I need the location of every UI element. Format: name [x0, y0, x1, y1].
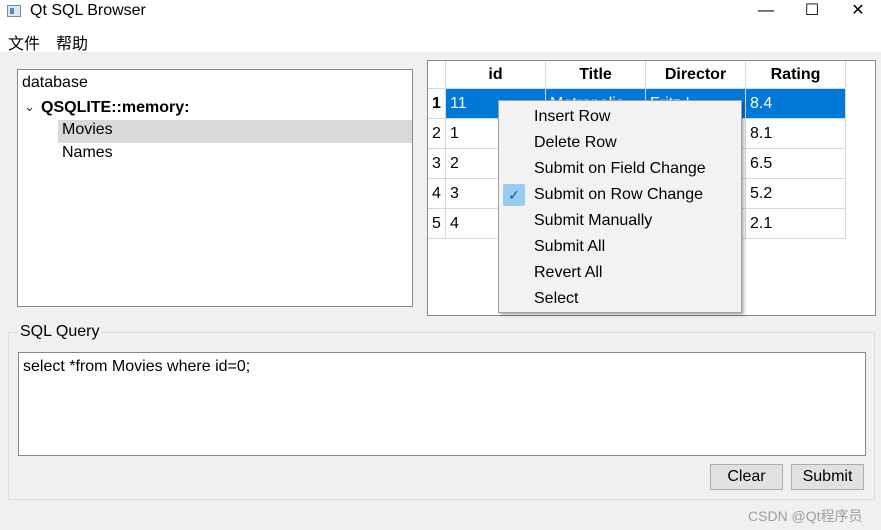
menu-help[interactable]: 帮助: [56, 30, 88, 54]
column-header-rating[interactable]: Rating: [746, 61, 846, 89]
tree-item-movies[interactable]: Movies: [62, 121, 113, 139]
chevron-down-icon[interactable]: ⌄: [24, 99, 35, 115]
menu-item-label: Submit Manually: [534, 212, 653, 229]
close-button[interactable]: ✕: [835, 0, 881, 26]
submit-button[interactable]: Submit: [791, 464, 864, 490]
tree-connection[interactable]: QSQLITE::memory:: [41, 99, 189, 117]
menu-item-revert-all[interactable]: Revert All: [500, 260, 740, 286]
column-header-id[interactable]: id: [446, 61, 546, 89]
menu-item-label: Select: [534, 290, 579, 307]
tree-item-names[interactable]: Names: [62, 144, 113, 162]
table-cell[interactable]: 8.1: [746, 119, 846, 149]
menu-bar: 文件 帮助: [0, 26, 881, 54]
row-header[interactable]: 3: [428, 149, 446, 179]
minimize-button[interactable]: —: [743, 0, 789, 26]
title-bar: Qt SQL Browser — ☐ ✕: [0, 0, 881, 26]
menu-item-submit-on-field-change[interactable]: Submit on Field Change: [500, 156, 740, 182]
sql-query-editor[interactable]: select *from Movies where id=0;: [18, 352, 866, 456]
connection-tree[interactable]: database ⌄ QSQLITE::memory: Movies Names: [17, 69, 413, 307]
column-header-title[interactable]: Title: [546, 61, 646, 89]
table-cell[interactable]: 6.5: [746, 149, 846, 179]
menu-item-submit-on-row-change[interactable]: ✓ Submit on Row Change: [500, 182, 740, 208]
window-title: Qt SQL Browser: [30, 2, 146, 19]
context-menu: Insert Row Delete Row Submit on Field Ch…: [498, 100, 742, 313]
maximize-button[interactable]: ☐: [789, 0, 835, 26]
app-icon: [7, 5, 21, 17]
menu-item-submit-all[interactable]: Submit All: [500, 234, 740, 260]
row-header[interactable]: 2: [428, 119, 446, 149]
menu-file[interactable]: 文件: [8, 30, 40, 54]
checkmark-icon: ✓: [503, 184, 525, 206]
watermark: CSDN @Qt程序员: [748, 508, 863, 524]
menu-item-label: Insert Row: [534, 108, 611, 125]
menu-item-insert-row[interactable]: Insert Row: [500, 104, 740, 130]
row-header[interactable]: 5: [428, 209, 446, 239]
table-cell[interactable]: 5.2: [746, 179, 846, 209]
row-header[interactable]: 1: [428, 89, 446, 119]
row-header[interactable]: 4: [428, 179, 446, 209]
menu-item-delete-row[interactable]: Delete Row: [500, 130, 740, 156]
column-header-director[interactable]: Director: [646, 61, 746, 89]
menu-item-label: Submit on Row Change: [534, 186, 703, 203]
menu-item-label: Submit All: [534, 238, 606, 255]
sql-query-label: SQL Query: [18, 323, 102, 341]
table-cell[interactable]: 2.1: [746, 209, 846, 239]
menu-item-select[interactable]: Select: [500, 286, 740, 312]
menu-item-label: Submit on Field Change: [534, 160, 706, 177]
tree-header: database: [22, 74, 88, 91]
menu-item-label: Revert All: [534, 264, 603, 281]
table-corner[interactable]: [428, 61, 446, 89]
menu-item-label: Delete Row: [534, 134, 617, 151]
menu-item-submit-manually[interactable]: Submit Manually: [500, 208, 740, 234]
table-cell[interactable]: 8.4: [746, 89, 846, 119]
clear-button[interactable]: Clear: [710, 464, 783, 490]
